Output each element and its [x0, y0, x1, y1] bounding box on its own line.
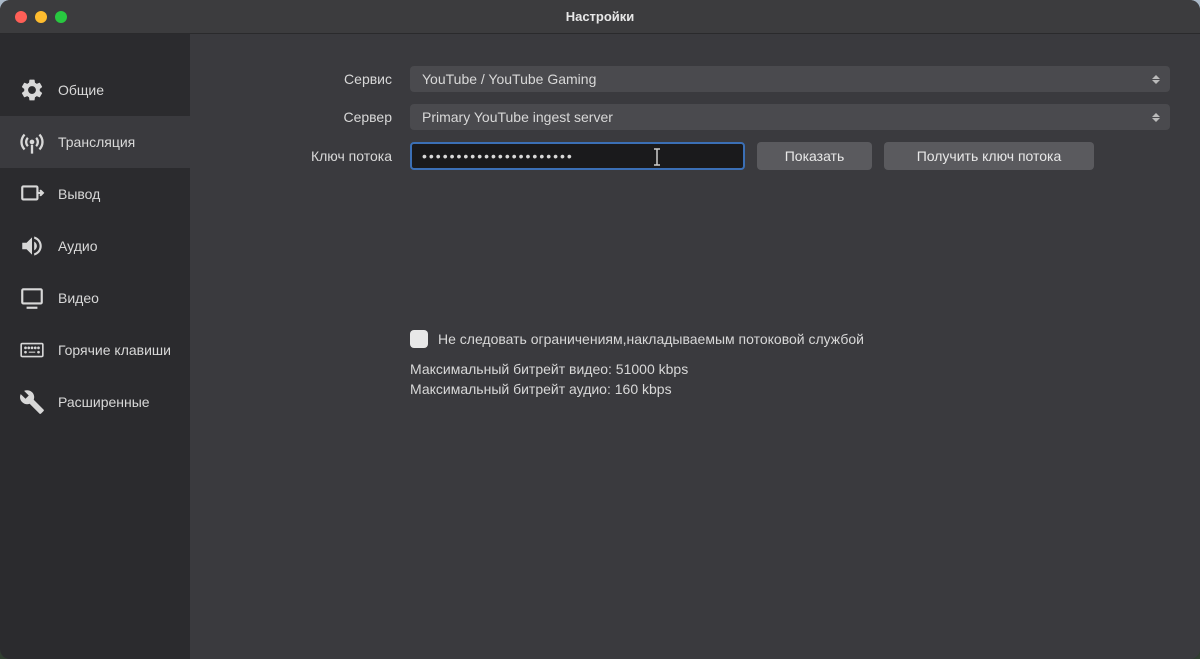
- ignore-limits-row: Не следовать ограничениям,накладываемым …: [410, 330, 1170, 348]
- titlebar: Настройки: [0, 0, 1200, 34]
- sidebar-item-label: Вывод: [58, 186, 100, 202]
- sidebar-item-video[interactable]: Видео: [0, 272, 190, 324]
- server-value: Primary YouTube ingest server: [422, 109, 613, 125]
- sidebar-item-advanced[interactable]: Расширенные: [0, 376, 190, 428]
- server-select[interactable]: Primary YouTube ingest server: [410, 104, 1170, 130]
- service-label: Сервис: [220, 71, 410, 87]
- server-label: Сервер: [220, 109, 410, 125]
- sidebar: Общие Трансляция Вывод Аудио: [0, 34, 190, 659]
- ignore-limits-label: Не следовать ограничениям,накладываемым …: [438, 331, 864, 347]
- service-value: YouTube / YouTube Gaming: [422, 71, 596, 87]
- traffic-lights: [0, 11, 67, 23]
- output-icon: [18, 180, 46, 208]
- chevron-updown-icon: [1148, 107, 1164, 127]
- tools-icon: [18, 388, 46, 416]
- chevron-updown-icon: [1148, 69, 1164, 89]
- sidebar-item-stream[interactable]: Трансляция: [0, 116, 190, 168]
- max-audio-bitrate-text: Максимальный битрейт аудио: 160 kbps: [410, 380, 1170, 400]
- maximize-window-button[interactable]: [55, 11, 67, 23]
- streamkey-label: Ключ потока: [220, 148, 410, 164]
- get-stream-key-button[interactable]: Получить ключ потока: [884, 142, 1094, 170]
- sidebar-item-audio[interactable]: Аудио: [0, 220, 190, 272]
- streamkey-row: Ключ потока Показать Получить ключ поток…: [220, 142, 1170, 170]
- ignore-limits-checkbox[interactable]: [410, 330, 428, 348]
- sidebar-item-hotkeys[interactable]: Горячие клавиши: [0, 324, 190, 376]
- gear-icon: [18, 76, 46, 104]
- sidebar-item-label: Трансляция: [58, 134, 135, 150]
- settings-window: Настройки Общие Трансляция Вывод: [0, 0, 1200, 659]
- bitrate-info: Максимальный битрейт видео: 51000 kbps М…: [410, 360, 1170, 399]
- sidebar-item-label: Видео: [58, 290, 99, 306]
- show-key-button[interactable]: Показать: [757, 142, 872, 170]
- antenna-icon: [18, 128, 46, 156]
- sidebar-item-label: Аудио: [58, 238, 98, 254]
- max-video-bitrate-text: Максимальный битрейт видео: 51000 kbps: [410, 360, 1170, 380]
- monitor-icon: [18, 284, 46, 312]
- sidebar-item-label: Общие: [58, 82, 104, 98]
- close-window-button[interactable]: [15, 11, 27, 23]
- sidebar-item-label: Расширенные: [58, 394, 150, 410]
- body: Общие Трансляция Вывод Аудио: [0, 34, 1200, 659]
- sidebar-item-general[interactable]: Общие: [0, 64, 190, 116]
- content-panel: Сервис YouTube / YouTube Gaming Сервер P…: [190, 34, 1200, 659]
- minimize-window-button[interactable]: [35, 11, 47, 23]
- stream-key-input[interactable]: [410, 142, 745, 170]
- service-row: Сервис YouTube / YouTube Gaming: [220, 66, 1170, 92]
- server-row: Сервер Primary YouTube ingest server: [220, 104, 1170, 130]
- sidebar-item-label: Горячие клавиши: [58, 342, 171, 358]
- window-title: Настройки: [566, 9, 635, 24]
- sidebar-item-output[interactable]: Вывод: [0, 168, 190, 220]
- speaker-icon: [18, 232, 46, 260]
- service-select[interactable]: YouTube / YouTube Gaming: [410, 66, 1170, 92]
- keyboard-icon: [18, 336, 46, 364]
